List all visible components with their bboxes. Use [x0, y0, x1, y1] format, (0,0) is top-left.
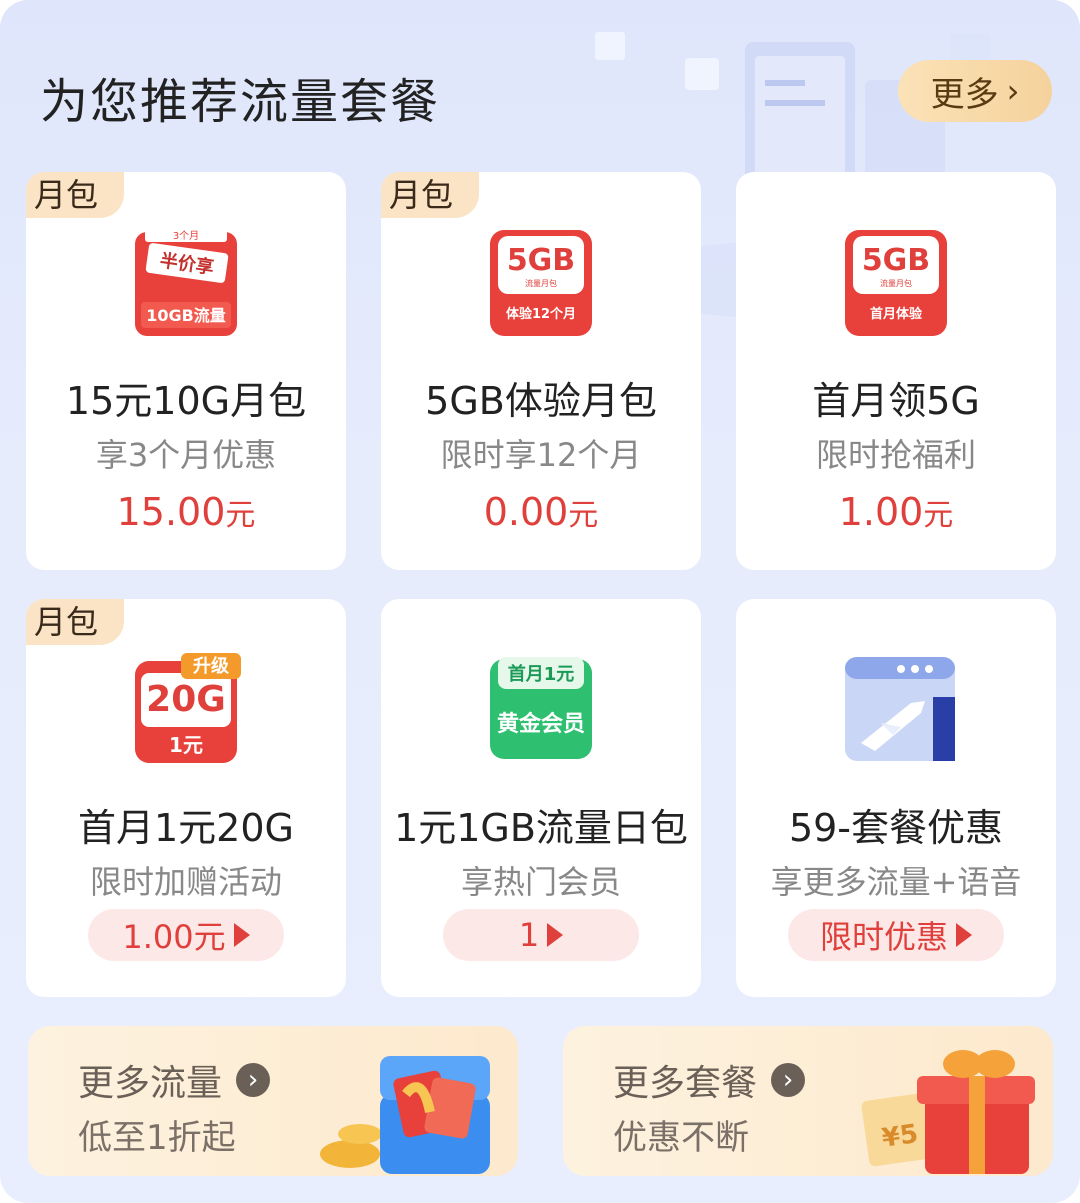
- chevron-right-icon: ›: [1006, 72, 1020, 110]
- promo-title: 更多套餐: [613, 1063, 758, 1104]
- icon-text-top: 首月1元: [508, 663, 575, 685]
- package-subtitle: 享更多流量+语音: [770, 863, 1022, 901]
- package-name: 15元10G月包: [65, 379, 307, 423]
- play-arrow-icon: [547, 923, 564, 947]
- price-pill-button[interactable]: 1: [443, 909, 639, 961]
- airplane-window-icon: [845, 657, 955, 761]
- promo-title: 更多流量: [78, 1063, 223, 1104]
- icon-text-bottom: 首月体验: [870, 306, 923, 322]
- icon-text-badge: 升级: [193, 655, 230, 677]
- monthly-tag: 月包: [381, 172, 479, 218]
- price-unit: 元: [568, 498, 599, 533]
- package-card-4[interactable]: 月包 20G 升级 1元 首月1元20G 限时加赠活动 1.00元: [26, 599, 346, 997]
- package-name: 首月1元20G: [78, 806, 294, 850]
- package-price: 1.00元: [736, 490, 1056, 534]
- more-data-promo[interactable]: 更多流量 › 低至1折起: [28, 1026, 518, 1176]
- package-subtitle: 限时加赠活动: [89, 863, 282, 901]
- icon-text-bottom: 体验12个月: [506, 306, 576, 322]
- icon-text-bottom: 黄金会员: [497, 711, 585, 737]
- package-name: 1元1GB流量日包: [394, 806, 688, 850]
- coupon-amount: ¥5: [880, 1119, 920, 1154]
- 5gb-data-icon: 5GB 流量月包 首月体验: [845, 230, 947, 336]
- price-unit: 元: [923, 498, 954, 533]
- play-arrow-icon: [233, 923, 250, 947]
- more-label: 更多: [930, 74, 999, 115]
- package-card-6[interactable]: 59-套餐优惠 享更多流量+语音 限时优惠: [736, 599, 1056, 997]
- icon-text-top: 3个月: [173, 230, 199, 242]
- half-price-coupon-icon: 3个月 半价享 10GB流量: [135, 228, 237, 336]
- chevron-right-icon: ›: [236, 1063, 271, 1097]
- package-subtitle: 享热门会员: [460, 863, 621, 901]
- pill-label: 1: [518, 916, 540, 954]
- icon-text-mid: 流量月包: [525, 278, 557, 288]
- price-value: 0.00: [483, 490, 569, 534]
- package-name: 59-套餐优惠: [788, 806, 1004, 850]
- icon-text-bottom: 1元: [169, 733, 203, 757]
- more-button[interactable]: 更多 ›: [898, 60, 1052, 122]
- pill-label: 限时优惠: [819, 918, 948, 956]
- price-pill-button[interactable]: 1.00元: [88, 909, 284, 961]
- more-plans-promo[interactable]: 更多套餐 › 优惠不断 ¥5: [563, 1026, 1053, 1176]
- package-card-1[interactable]: 月包 3个月 半价享 10GB流量 15元10G月包 享3个月优惠 15.00元: [26, 172, 346, 570]
- red-envelope-box-icon: [320, 1056, 490, 1174]
- package-card-5[interactable]: 首月1元 黄金会员 1元1GB流量日包 享热门会员 1: [381, 599, 701, 997]
- icon-text-top: 20G: [146, 679, 226, 720]
- 20g-upgrade-icon: 20G 升级 1元: [135, 653, 241, 763]
- package-name: 首月领5G: [812, 379, 980, 423]
- page-title: 为您推荐流量套餐: [40, 74, 441, 130]
- icon-text-mid: 流量月包: [880, 278, 912, 288]
- recommend-panel: 为您推荐流量套餐 更多 › 月包 3个月 半价享 10GB流量 15元10G月包…: [0, 0, 1080, 1203]
- chevron-right-icon: ›: [771, 1063, 806, 1097]
- package-subtitle: 享3个月优惠: [95, 436, 277, 474]
- icon-text-top: 5GB: [507, 243, 575, 278]
- package-card-3[interactable]: 5GB 流量月包 首月体验 首月领5G 限时抢福利 1.00元: [736, 172, 1056, 570]
- price-value: 1.00: [838, 490, 924, 534]
- package-subtitle: 限时抢福利: [815, 436, 976, 474]
- 5gb-data-icon: 5GB 流量月包 体验12个月: [490, 230, 592, 336]
- monthly-tag: 月包: [26, 172, 124, 218]
- package-subtitle: 限时享12个月: [440, 436, 642, 474]
- gold-member-icon: 首月1元 黄金会员: [490, 657, 592, 759]
- limited-offer-pill-button[interactable]: 限时优惠: [788, 909, 1004, 961]
- price-unit: 元: [225, 498, 256, 533]
- package-card-2[interactable]: 月包 5GB 流量月包 体验12个月 5GB体验月包 限时享12个月 0.00元: [381, 172, 701, 570]
- play-arrow-icon: [956, 923, 972, 947]
- package-name: 5GB体验月包: [425, 379, 657, 423]
- price-value: 15.00: [116, 490, 226, 534]
- promo-subtitle: 优惠不断: [613, 1118, 749, 1158]
- icon-text-bottom: 10GB流量: [146, 306, 226, 325]
- gift-box-icon: ¥5: [861, 1050, 1035, 1174]
- icon-text-top: 5GB: [862, 243, 930, 278]
- promo-subtitle: 低至1折起: [78, 1118, 236, 1158]
- package-price: 0.00元: [381, 490, 701, 534]
- pill-label: 1.00元: [122, 918, 226, 956]
- package-price: 15.00元: [26, 490, 346, 534]
- monthly-tag: 月包: [26, 599, 124, 645]
